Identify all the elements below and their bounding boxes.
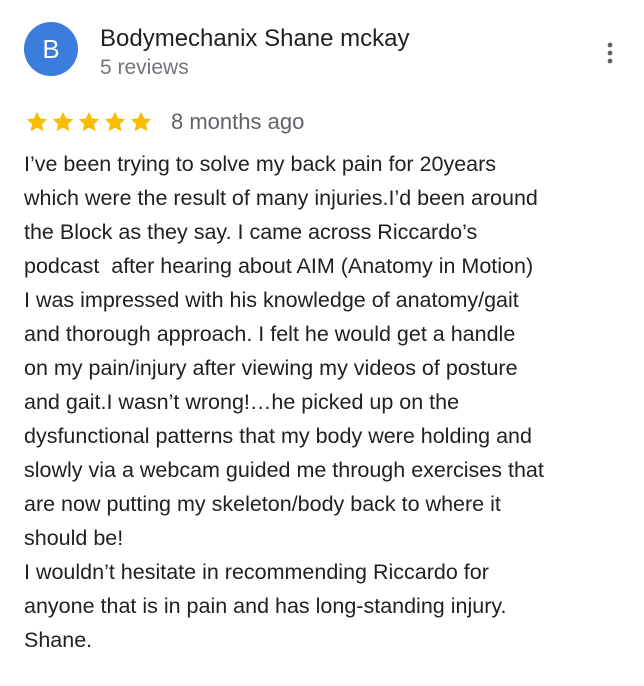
review-text-line: should be! (24, 526, 124, 550)
review-text-line: are now putting my skeleton/body back to… (24, 492, 501, 516)
review-text-line: dysfunctional patterns that my body were… (24, 424, 532, 448)
star-icon (76, 110, 102, 134)
reviewer-name[interactable]: Bodymechanix Shane mckay (100, 24, 410, 54)
review-text-line: Shane. (24, 628, 93, 652)
star-icon (128, 110, 154, 134)
review-text-line: slowly via a webcam guided me through ex… (24, 458, 544, 482)
review-count: 5 reviews (100, 56, 189, 79)
review-text-line: anyone that is in pain and has long-stan… (24, 594, 507, 618)
star-rating (24, 110, 154, 134)
star-icon (50, 110, 76, 134)
review-text-line: I’ve been trying to solve my back pain f… (24, 152, 497, 176)
review-text-line: the Block as they say. I came across Ric… (24, 220, 478, 244)
more-options-button[interactable] (596, 38, 624, 68)
review-text-line: I was impressed with his knowledge of an… (24, 288, 519, 312)
review-text-line: and thorough approach. I felt he would g… (24, 322, 516, 346)
star-icon (102, 110, 128, 134)
review-text-line: podcast after hearing about AIM (Anatomy… (24, 254, 534, 278)
avatar[interactable]: B (24, 22, 78, 76)
review-text-line: which were the result of many injuries.I… (24, 186, 538, 210)
more-vert-icon (607, 42, 613, 64)
review-text-line: and gait.I wasn’t wrong!…he picked up on… (24, 390, 460, 414)
review-text: I’ve been trying to solve my back pain f… (24, 147, 634, 657)
review-text-line: on my pain/injury after viewing my video… (24, 356, 518, 380)
star-icon (24, 110, 50, 134)
review-date: 8 months ago (171, 109, 305, 134)
review-text-line: I wouldn’t hesitate in recommending Ricc… (24, 560, 489, 584)
review-card: B Bodymechanix Shane mckay 5 reviews 8 m… (0, 0, 644, 686)
